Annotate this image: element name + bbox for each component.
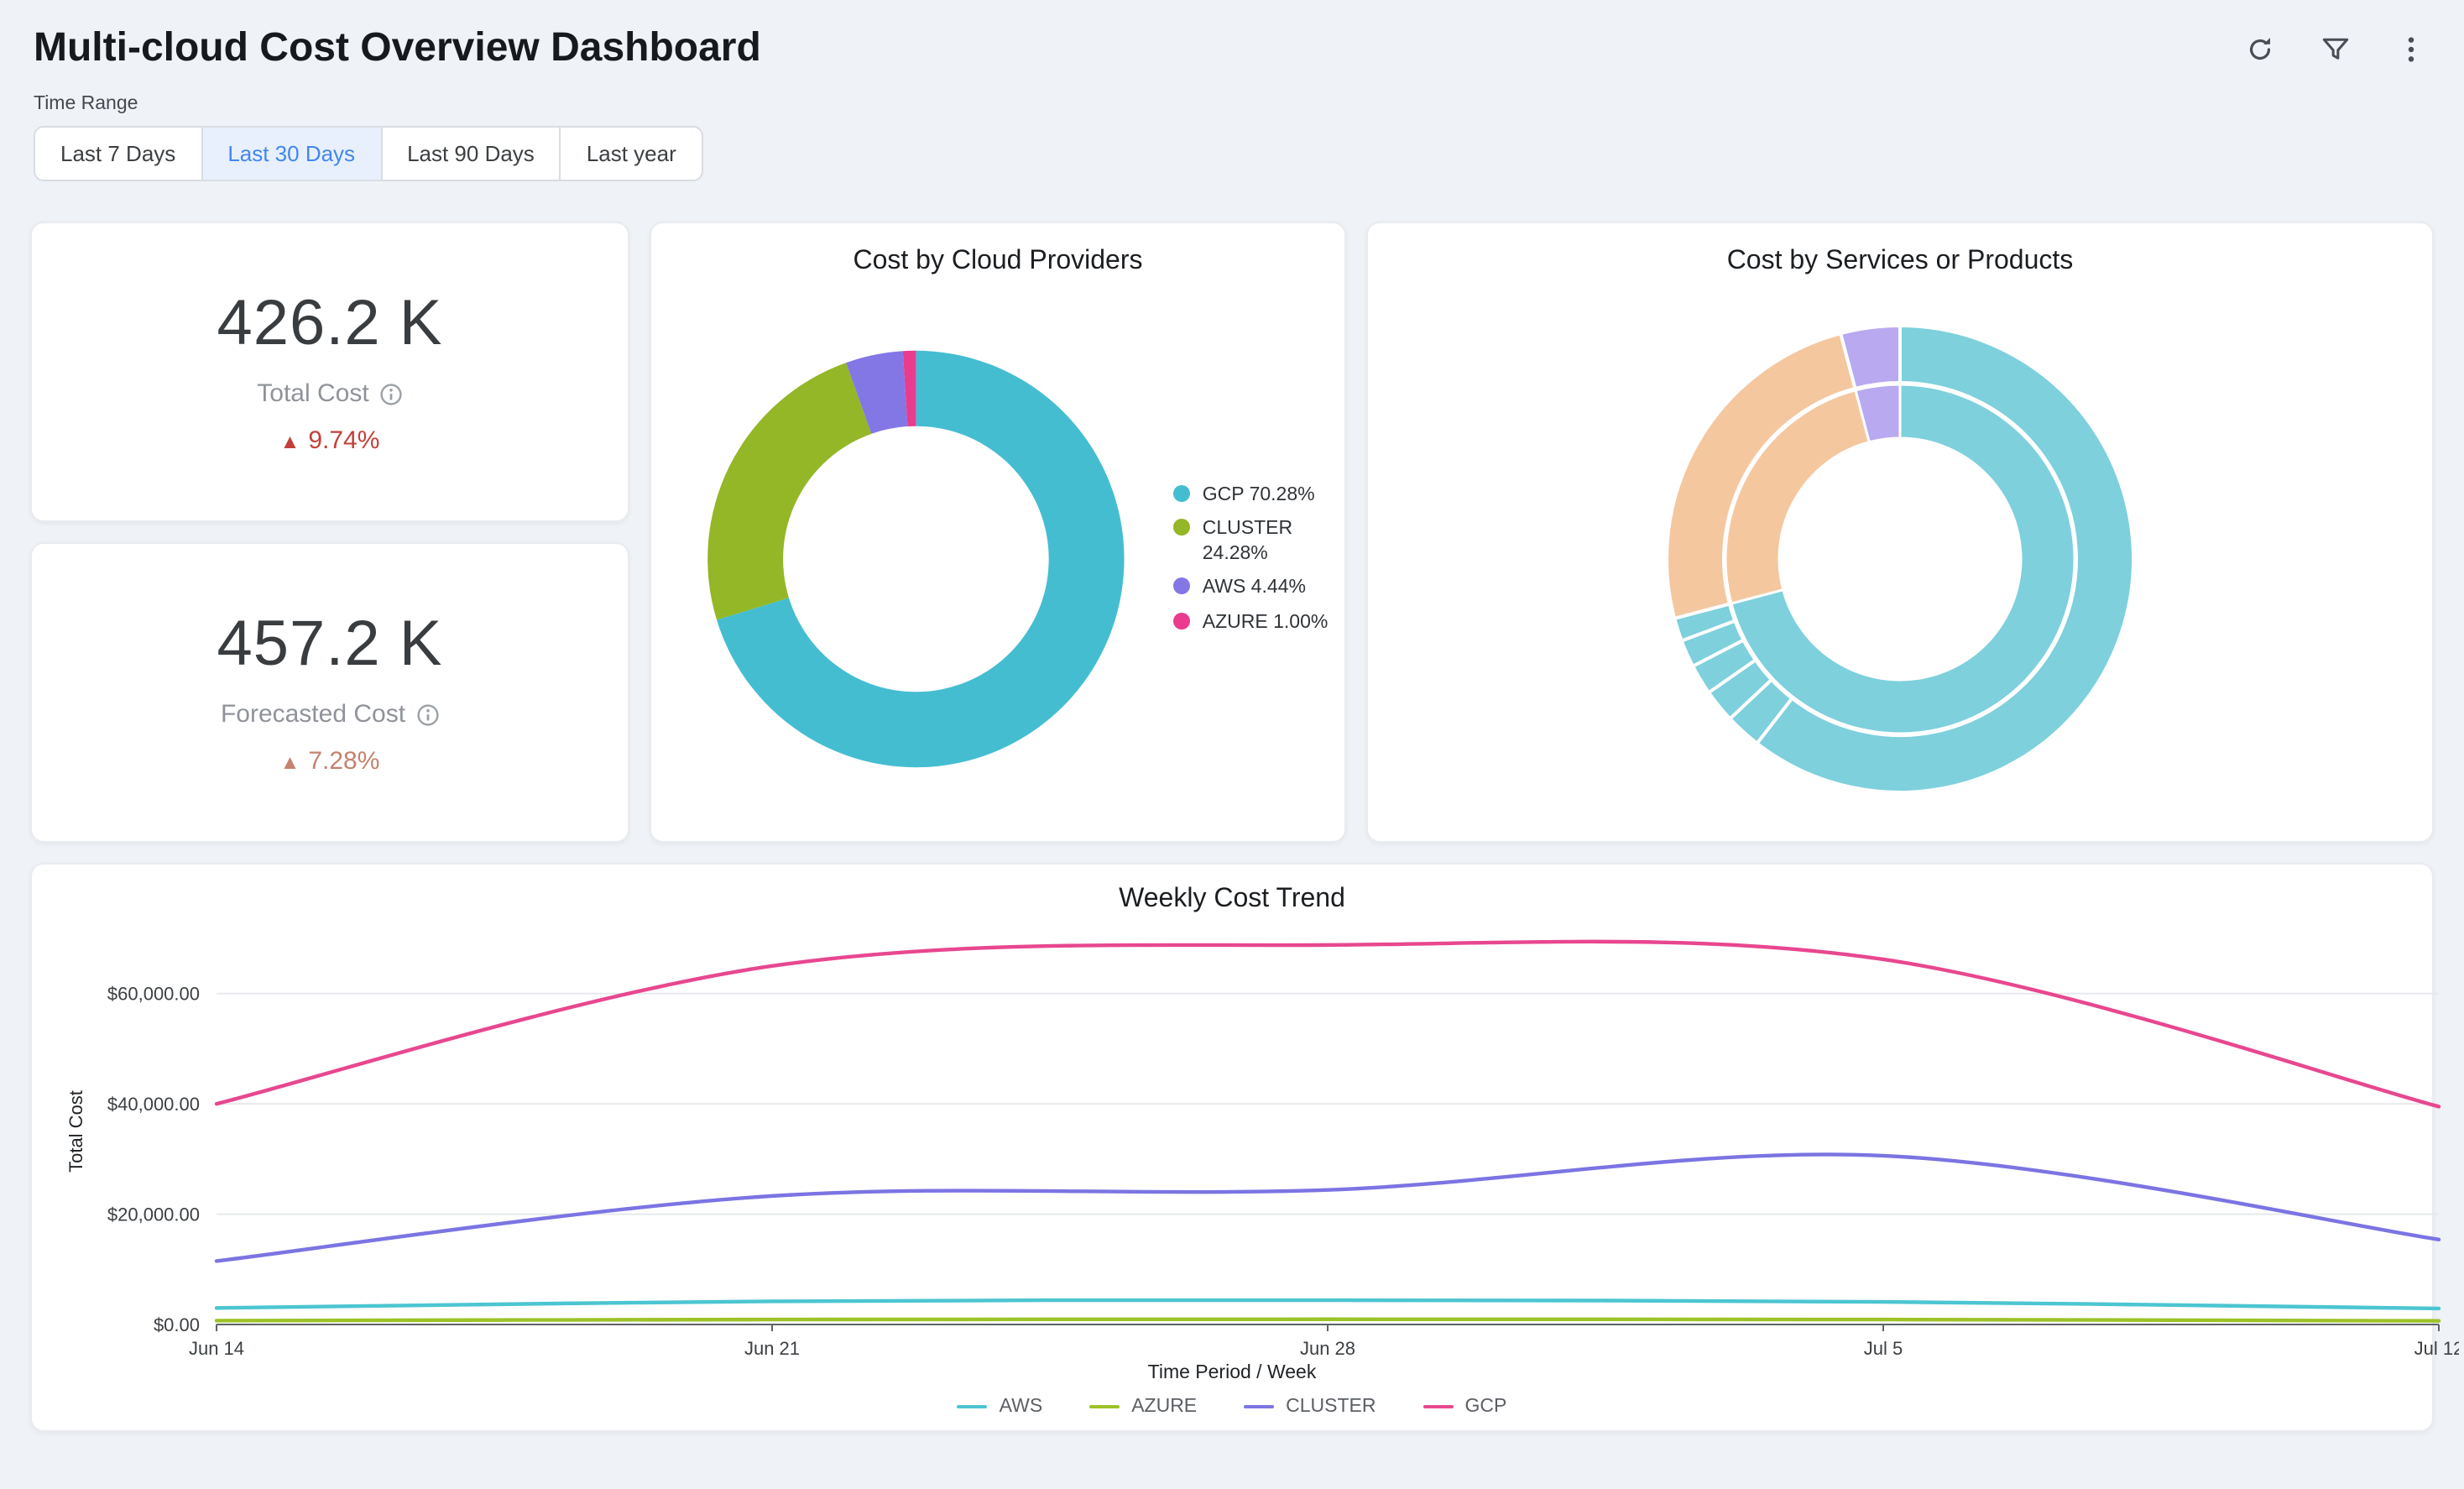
dashboard: Multi-cloud Cost Overview Dashboard Tim bbox=[0, 0, 2464, 1489]
legend-label: AZURE 1.00% bbox=[1203, 610, 1329, 635]
services-chart-title: Cost by Services or Products bbox=[1368, 223, 2432, 277]
y-tick-label: $60,000.00 bbox=[107, 984, 200, 1005]
info-icon[interactable] bbox=[379, 382, 403, 405]
forecasted-cost-delta: ▲ 7.28% bbox=[280, 747, 380, 776]
legend-swatch bbox=[1244, 1404, 1274, 1408]
refresh-icon bbox=[2244, 34, 2276, 65]
y-tick-label: $0.00 bbox=[154, 1314, 200, 1335]
total-cost-value: 426.2 K bbox=[217, 289, 443, 361]
delta-up-icon: ▲ bbox=[280, 750, 300, 773]
header: Multi-cloud Cost Overview Dashboard bbox=[0, 0, 2464, 74]
kebab-menu-icon bbox=[2395, 34, 2427, 65]
time-range-last-7-days[interactable]: Last 7 Days bbox=[34, 126, 202, 181]
refresh-button[interactable] bbox=[2241, 30, 2279, 69]
total-cost-label: Total Cost bbox=[257, 379, 402, 408]
x-tick-label: Jun 21 bbox=[744, 1338, 800, 1359]
legend-item-AZURE[interactable]: AZURE bbox=[1089, 1397, 1197, 1417]
time-range-label: Time Range bbox=[34, 94, 2430, 114]
legend-item-AWS[interactable]: AWS 4.44% bbox=[1174, 576, 1344, 600]
x-axis-label: Time Period / Week bbox=[55, 1363, 2409, 1383]
legend-dot bbox=[1174, 577, 1191, 594]
legend-label: AWS 4.44% bbox=[1203, 576, 1306, 600]
legend-item-CLUSTER[interactable]: CLUSTER bbox=[1244, 1397, 1376, 1417]
forecasted-cost-label: Forecasted Cost bbox=[221, 700, 439, 729]
services-sunburst-chart[interactable] bbox=[1648, 307, 2152, 811]
legend-item-GCP[interactable]: GCP 70.28% bbox=[1174, 483, 1344, 508]
legend-label: GCP 70.28% bbox=[1203, 483, 1315, 508]
x-tick-label: Jun 14 bbox=[189, 1338, 244, 1359]
page-title: Multi-cloud Cost Overview Dashboard bbox=[34, 24, 761, 74]
forecasted-cost-value: 457.2 K bbox=[217, 609, 443, 682]
providers-donut-chart[interactable] bbox=[678, 316, 1154, 802]
legend-label: CLUSTER 24.28% bbox=[1203, 518, 1344, 567]
legend-item-GCP[interactable]: GCP bbox=[1423, 1397, 1507, 1417]
y-tick-label: $20,000.00 bbox=[107, 1204, 200, 1225]
delta-value: 9.74% bbox=[308, 426, 379, 455]
stat-label-text: Total Cost bbox=[257, 379, 368, 408]
delta-value: 7.28% bbox=[308, 747, 379, 776]
providers-legend: GCP 70.28% CLUSTER 24.28% AWS 4.44% AZURE 1… bbox=[1174, 478, 1344, 640]
y-axis-label: Total Cost bbox=[65, 1090, 86, 1173]
x-tick-label: Jul 12 bbox=[2414, 1338, 2459, 1359]
legend-item-AZURE[interactable]: AZURE 1.00% bbox=[1174, 610, 1344, 635]
services-chart-card: Cost by Services or Products bbox=[1366, 222, 2434, 843]
time-range-last-year[interactable]: Last year bbox=[560, 126, 703, 181]
providers-chart-title: Cost by Cloud Providers bbox=[651, 223, 1344, 277]
more-options-button[interactable] bbox=[2392, 30, 2430, 69]
legend-item-AWS[interactable]: AWS bbox=[958, 1397, 1043, 1417]
x-tick-label: Jul 5 bbox=[1864, 1338, 1903, 1359]
line-series-CLUSTER[interactable] bbox=[217, 1154, 2439, 1261]
filter-button[interactable] bbox=[2316, 30, 2355, 69]
legend-swatch bbox=[958, 1404, 988, 1408]
time-range-last-90-days[interactable]: Last 90 Days bbox=[380, 126, 561, 181]
delta-up-icon: ▲ bbox=[280, 429, 300, 452]
services-chart-body bbox=[1368, 277, 2432, 841]
filter-icon bbox=[2320, 34, 2352, 65]
y-tick-label: $40,000.00 bbox=[107, 1094, 200, 1115]
legend-label: AZURE bbox=[1131, 1397, 1197, 1417]
legend-dot bbox=[1174, 612, 1191, 629]
weekly-trend-line-chart[interactable]: $0.00 $20,000.00 $40,000.00 $60,000.00 Jun 1… bbox=[55, 918, 2459, 1361]
x-tick-label: Jun 28 bbox=[1300, 1338, 1355, 1359]
providers-segment-CLUSTER[interactable] bbox=[707, 363, 871, 619]
providers-chart-card: Cost by Cloud Providers GCP 70.28% CLUSTE… bbox=[650, 222, 1346, 843]
legend-dot bbox=[1174, 485, 1191, 502]
legend-item-CLUSTER[interactable]: CLUSTER 24.28% bbox=[1174, 518, 1344, 567]
line-series-AZURE[interactable] bbox=[217, 1319, 2439, 1321]
time-range-last-30-days[interactable]: Last 30 Days bbox=[201, 126, 382, 181]
info-icon[interactable] bbox=[415, 703, 439, 726]
providers-chart-body: GCP 70.28% CLUSTER 24.28% AWS 4.44% AZURE 1… bbox=[651, 277, 1344, 841]
legend-label: CLUSTER bbox=[1286, 1397, 1376, 1417]
legend-dot bbox=[1174, 520, 1191, 536]
total-cost-card: 426.2 K Total Cost ▲ 9.74% bbox=[30, 222, 629, 522]
line-series-AWS[interactable] bbox=[217, 1300, 2439, 1309]
kpi-and-charts-row: 426.2 K Total Cost ▲ 9.74% 457.2 K bbox=[30, 222, 2434, 843]
forecasted-cost-card: 457.2 K Forecasted Cost ▲ 7.28% bbox=[30, 542, 629, 843]
stat-label-text: Forecasted Cost bbox=[221, 700, 405, 729]
time-range-button-group: Last 7 Days Last 30 Days Last 90 Days La… bbox=[34, 126, 703, 181]
time-range-section: Time Range Last 7 Days Last 30 Days Last… bbox=[34, 94, 2430, 181]
legend-label: GCP bbox=[1465, 1397, 1507, 1417]
legend-swatch bbox=[1089, 1404, 1120, 1408]
weekly-trend-card: Weekly Cost Trend $0.00 $20,000.00 $40,000… bbox=[30, 863, 2434, 1432]
total-cost-delta: ▲ 9.74% bbox=[280, 426, 380, 455]
weekly-trend-legend: AWS AZURE CLUSTER GCP bbox=[55, 1397, 2409, 1417]
legend-label: AWS bbox=[1000, 1397, 1043, 1417]
line-series-GCP[interactable] bbox=[217, 942, 2439, 1107]
legend-swatch bbox=[1423, 1404, 1454, 1408]
stat-column: 426.2 K Total Cost ▲ 9.74% 457.2 K bbox=[30, 222, 629, 843]
weekly-trend-title: Weekly Cost Trend bbox=[55, 881, 2409, 915]
header-actions bbox=[2241, 30, 2430, 69]
